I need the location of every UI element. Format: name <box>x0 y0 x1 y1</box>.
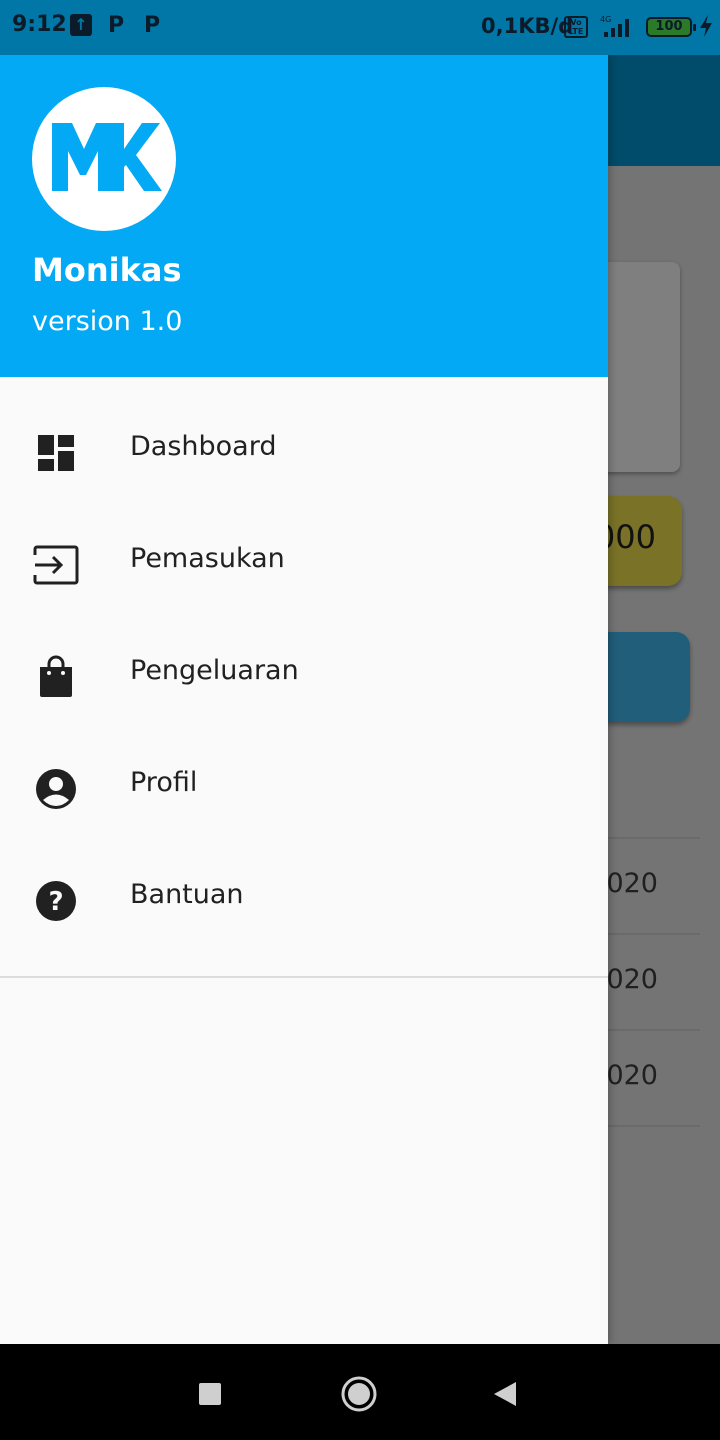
help-icon: ? <box>36 881 76 921</box>
upload-notification-icon: ↑ <box>70 14 92 36</box>
shopping-bag-icon <box>40 655 72 697</box>
menu-item-label: Bantuan <box>130 879 244 910</box>
volte-icon: Vo LTE <box>564 16 588 38</box>
status-time: 9:12 <box>12 12 67 37</box>
p-app-icon: P <box>108 13 125 38</box>
p-app-icon: P <box>144 13 161 38</box>
input-icon <box>33 545 79 585</box>
svg-text:?: ? <box>48 887 63 917</box>
account-circle-icon <box>36 769 76 809</box>
menu-item-pemasukan[interactable]: Pemasukan <box>0 505 608 617</box>
status-bar: 9:12 ↑ P P 0,1KB/d Vo LTE 4G 100 <box>0 0 720 55</box>
menu-item-bantuan[interactable]: ? Bantuan <box>0 841 608 953</box>
menu-item-label: Profil <box>130 767 198 798</box>
menu-item-label: Pengeluaran <box>130 655 299 686</box>
network-speed: 0,1KB/d <box>481 14 574 38</box>
menu-item-dashboard[interactable]: Dashboard <box>0 393 608 505</box>
app-version: version 1.0 <box>32 306 183 337</box>
menu-item-profil[interactable]: Profil <box>0 729 608 841</box>
menu-item-pengeluaran[interactable]: Pengeluaran <box>0 617 608 729</box>
navigation-drawer: Monikas version 1.0 Dashboard Pemasukan … <box>0 55 608 1344</box>
app-logo <box>32 87 176 231</box>
back-button[interactable] <box>486 1374 526 1414</box>
battery-icon: 100 <box>646 17 696 37</box>
drawer-header: Monikas version 1.0 <box>0 55 608 377</box>
svg-text:4G: 4G <box>600 15 611 24</box>
menu-item-label: Pemasukan <box>130 543 285 574</box>
drawer-divider <box>0 976 608 978</box>
mk-logo-icon <box>52 123 162 191</box>
charging-icon <box>700 15 712 37</box>
dashboard-icon <box>38 435 74 471</box>
recents-button[interactable] <box>190 1374 230 1414</box>
signal-icon: 4G <box>600 15 629 37</box>
home-button[interactable] <box>339 1374 379 1414</box>
app-name: Monikas <box>32 251 182 289</box>
system-navigation-bar <box>0 1344 720 1440</box>
menu-item-label: Dashboard <box>130 431 277 462</box>
